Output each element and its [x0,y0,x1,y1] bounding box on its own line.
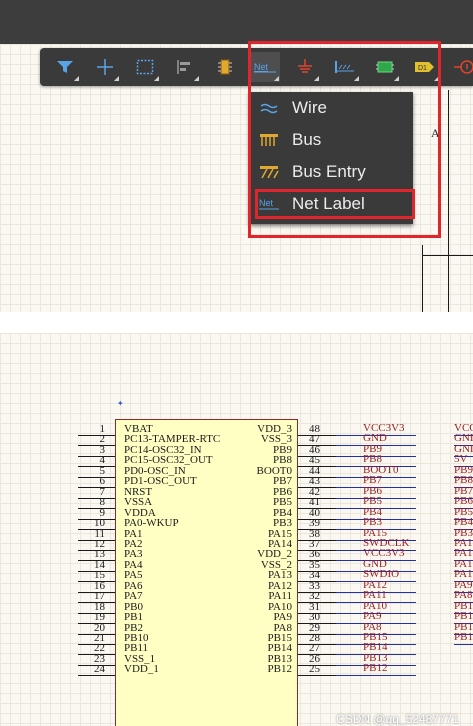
directive-button[interactable] [450,52,473,82]
align-icon [177,60,190,74]
filter-button[interactable] [50,52,80,82]
origin-marker: ✦ [117,399,124,408]
title-bar [0,0,473,44]
selection-rectangle-icon [136,59,154,75]
pin-number-right: 25 [309,663,320,676]
directive-icon [454,60,473,74]
net-label: PB12 [363,662,388,675]
sheet-border-line [422,255,473,256]
schematic-editor-top: A Net D1 Wire Bus Bus Entry Net Net Labe… [0,0,473,312]
highlight-box-net-label [255,189,415,219]
crosshair-icon [97,59,113,75]
align-button[interactable] [170,52,200,82]
sheet-border-line [448,90,449,312]
pin-wire-left [78,675,115,677]
select-area-button[interactable] [130,52,160,82]
pin-wire-right [298,675,336,677]
filter-icon [57,61,73,73]
crosshair-button[interactable] [90,52,120,82]
net-label-far: PB1 [454,631,473,643]
schematic-sheet[interactable]: ✦ 1 VBAT VDD_3 48 VCC3V3 VCC 2 PC13-TAMPER-RTC V… [0,333,473,726]
pin-row: 24 VDD_1 PB12 25 PB12 [0,662,473,677]
watermark: CSDN @qq_52487771 [336,712,459,726]
component-icon [218,59,232,75]
net-wire [336,675,416,677]
component-button[interactable] [210,52,240,82]
pin-name-left: VDD_1 [124,663,159,676]
pin-number-left: 24 [94,663,105,676]
